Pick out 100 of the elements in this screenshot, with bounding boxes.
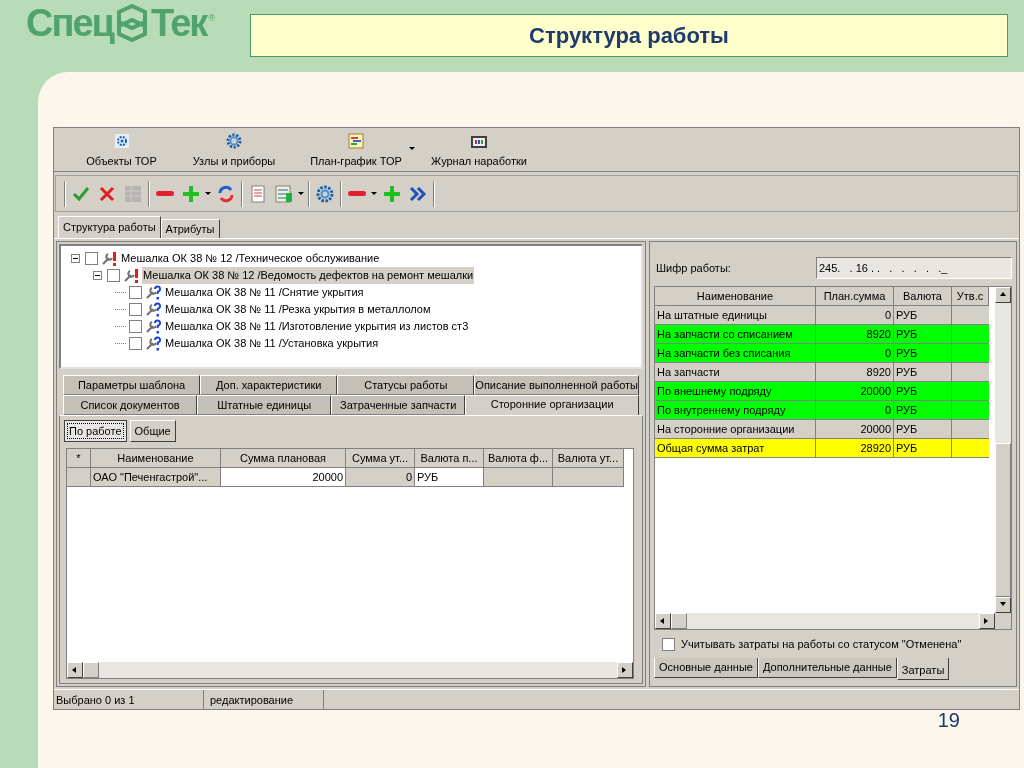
- tree-item[interactable]: Мешалка ОК 38 № 11 /Резка укрытия в металлолом: [164, 301, 432, 318]
- scroll-right-button[interactable]: [979, 613, 995, 629]
- scroll-right-button[interactable]: [617, 662, 633, 678]
- snowflake-icon: [113, 132, 130, 149]
- tab[interactable]: Затраченные запчасти: [331, 395, 466, 415]
- horizontal-scrollbar[interactable]: [655, 613, 995, 629]
- column-header[interactable]: Валюта ут...: [553, 449, 624, 468]
- table-cell: [484, 468, 553, 487]
- wrench-question-icon: [145, 284, 161, 301]
- tree-item[interactable]: Мешалка ОК 38 № 12 /Ведомость дефектов на ремонт мешалки: [142, 267, 475, 284]
- tab[interactable]: Атрибуты: [160, 219, 220, 238]
- tree-item[interactable]: Мешалка ОК 38 № 12 /Техническое обслуживание: [120, 250, 381, 267]
- table-cell: [952, 325, 989, 344]
- tab[interactable]: Доп. характеристики: [200, 375, 338, 395]
- scroll-thumb[interactable]: [995, 443, 1011, 597]
- column-header[interactable]: Наименование: [91, 449, 221, 468]
- toolbar-button[interactable]: Журнал наработки: [419, 134, 539, 169]
- tab[interactable]: Параметры шаблона: [63, 375, 201, 395]
- checkbox[interactable]: [129, 286, 142, 299]
- status-text: Выбрано 0 из 1: [54, 690, 204, 710]
- tab[interactable]: Статусы работы: [337, 375, 475, 395]
- tree-item[interactable]: Мешалка ОК 38 № 11 /Снятие укрытия: [164, 284, 365, 301]
- column-header[interactable]: Утв.с: [952, 287, 989, 306]
- table-cell: На запчасти без списания: [655, 344, 816, 363]
- horizontal-scrollbar[interactable]: [67, 662, 633, 678]
- row-indicator[interactable]: [67, 468, 91, 487]
- triangle-left-icon: [71, 666, 79, 674]
- tab[interactable]: Основные данные: [654, 658, 758, 678]
- table-cell: РУБ: [894, 420, 952, 439]
- vertical-scrollbar[interactable]: [995, 287, 1011, 613]
- table-cell: На сторонние организации: [655, 420, 816, 439]
- tool-button[interactable]: [273, 182, 304, 205]
- table-cell: РУБ: [894, 306, 952, 325]
- caret-icon: [371, 191, 377, 196]
- table-cell: Общая сумма затрат: [655, 439, 816, 458]
- table-cell: На запчасти со списанием: [655, 325, 816, 344]
- tree-item[interactable]: Мешалка ОК 38 № 11 /Установка укрытия: [164, 335, 380, 352]
- table-cell: [952, 382, 989, 401]
- column-header[interactable]: Валюта п...: [415, 449, 484, 468]
- tab[interactable]: Штатные единицы: [197, 395, 332, 415]
- logo-text: Тек: [150, 4, 207, 42]
- tree-item[interactable]: Мешалка ОК 38 № 11 /Изготовление укрытия из листов ст3: [164, 318, 470, 335]
- table-cell: РУБ: [894, 439, 952, 458]
- checkbox[interactable]: [129, 303, 142, 316]
- scroll-up-button[interactable]: [995, 287, 1011, 303]
- table-icon: [123, 183, 143, 204]
- gear-icon: [226, 132, 242, 149]
- checkbox[interactable]: [129, 320, 142, 333]
- wrench-alert-icon: [123, 267, 139, 284]
- plus-icon: [181, 183, 201, 204]
- table-cell: [952, 306, 989, 325]
- table-cell: 0: [816, 344, 894, 363]
- slide-title: Структура работы: [250, 14, 1008, 57]
- table-cell: По внешнему подряду: [655, 382, 816, 401]
- status-text: редактирование: [204, 690, 324, 710]
- filter-button[interactable]: Общие: [129, 420, 176, 442]
- scroll-down-button[interactable]: [995, 597, 1011, 613]
- column-header[interactable]: Валюта ф...: [484, 449, 553, 468]
- checkbox-label[interactable]: Учитывать затраты на работы со статусом "Отменена": [681, 635, 962, 653]
- code-field[interactable]: 245. . 16 . . . . . . ._: [816, 257, 1012, 279]
- scroll-left-button[interactable]: [655, 613, 671, 629]
- table-cell: 8920: [816, 325, 894, 344]
- tab[interactable]: Затраты: [896, 658, 950, 680]
- logo-icon: [114, 4, 149, 42]
- column-header[interactable]: План.сумма: [816, 287, 894, 306]
- filter-button[interactable]: По работе: [64, 420, 127, 442]
- column-header[interactable]: Сумма плановая: [221, 449, 346, 468]
- tab[interactable]: Дополнительные данные: [757, 658, 897, 678]
- expander-icon[interactable]: [71, 254, 80, 263]
- checkbox[interactable]: [107, 269, 120, 282]
- table-cell: 8920: [816, 363, 894, 382]
- toolbar-button[interactable]: План-график ТОР: [299, 132, 419, 169]
- refresh-icon: [216, 183, 236, 204]
- tab[interactable]: Список документов: [63, 395, 198, 415]
- tab[interactable]: Структура работы: [58, 216, 161, 238]
- scroll-left-button[interactable]: [67, 662, 83, 678]
- minus-icon: [348, 191, 366, 196]
- toolbar-button[interactable]: Узлы и приборы: [169, 132, 299, 169]
- column-header[interactable]: Наименование: [655, 287, 816, 306]
- display-icon: [470, 134, 488, 149]
- caret-icon: [409, 146, 415, 151]
- column-header[interactable]: Валюта: [894, 287, 952, 306]
- checkbox[interactable]: [129, 337, 142, 350]
- field-label: Шифр работы:: [655, 260, 732, 276]
- checkbox[interactable]: [662, 637, 675, 651]
- checkbox[interactable]: [85, 252, 98, 265]
- column-header[interactable]: Сумма ут...: [346, 449, 415, 468]
- table-cell: 20000: [816, 420, 894, 439]
- tab[interactable]: Описание выполненной работы: [474, 375, 639, 395]
- wrench-question-icon: [145, 318, 161, 335]
- column-header[interactable]: *: [67, 449, 91, 468]
- tab[interactable]: Сторонние организации: [465, 395, 639, 415]
- expander-icon[interactable]: [93, 271, 102, 280]
- table-cell: РУБ: [894, 363, 952, 382]
- scroll-thumb[interactable]: [83, 662, 99, 678]
- triangle-left-icon: [659, 617, 667, 625]
- table-cell: [952, 401, 989, 420]
- scroll-thumb[interactable]: [671, 613, 687, 629]
- toolbar-button[interactable]: Объекты ТОР: [74, 132, 169, 169]
- table-cell: РУБ: [415, 468, 484, 487]
